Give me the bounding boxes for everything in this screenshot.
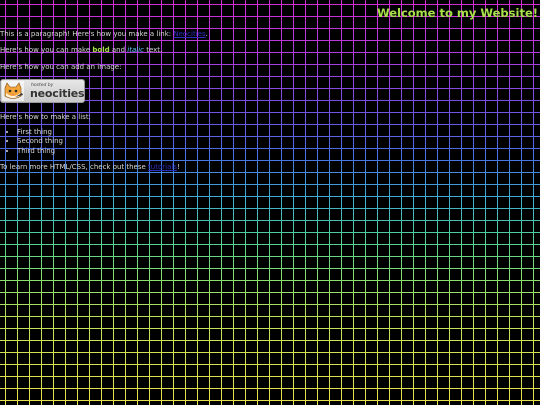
neocities-link[interactable]: Neocities [173, 30, 205, 38]
intro-text: This is a paragraph! Here's how you make… [0, 30, 174, 38]
list-item: Second thing [17, 137, 63, 146]
neon-grid-background [0, 0, 540, 405]
page-title: Welcome to my Website! [376, 6, 538, 20]
outro-end: ! [176, 163, 180, 171]
example-list: First thing Second thing Third thing [8, 128, 63, 156]
neocities-cat-icon [2, 81, 24, 101]
list-item: First thing [17, 128, 63, 137]
intro-end: . [205, 30, 208, 38]
list-paragraph: Here's how to make a list: [0, 113, 91, 121]
intro-paragraph: This is a paragraph! Here's how you make… [0, 30, 208, 39]
formatting-paragraph: Here's how you can make bold and italic … [0, 46, 162, 55]
outro-paragraph: To learn more HTML/CSS, check out these … [0, 163, 180, 172]
image-paragraph: Here's how you can add an image: [0, 63, 122, 71]
formatting-end: text. [143, 46, 163, 54]
formatting-text: Here's how you can make [0, 46, 93, 54]
badge-neocities-text: neocities [30, 87, 85, 100]
hosted-by-neocities-badge[interactable]: hosted by neocities [0, 79, 85, 103]
bold-text: bold [92, 46, 110, 54]
outro-text: To learn more HTML/CSS, check out these [0, 163, 149, 171]
italic-text: italic [127, 46, 144, 54]
formatting-middle: and [109, 46, 128, 54]
tutorials-link[interactable]: tutorials [148, 163, 177, 171]
list-item: Third thing [17, 147, 63, 156]
